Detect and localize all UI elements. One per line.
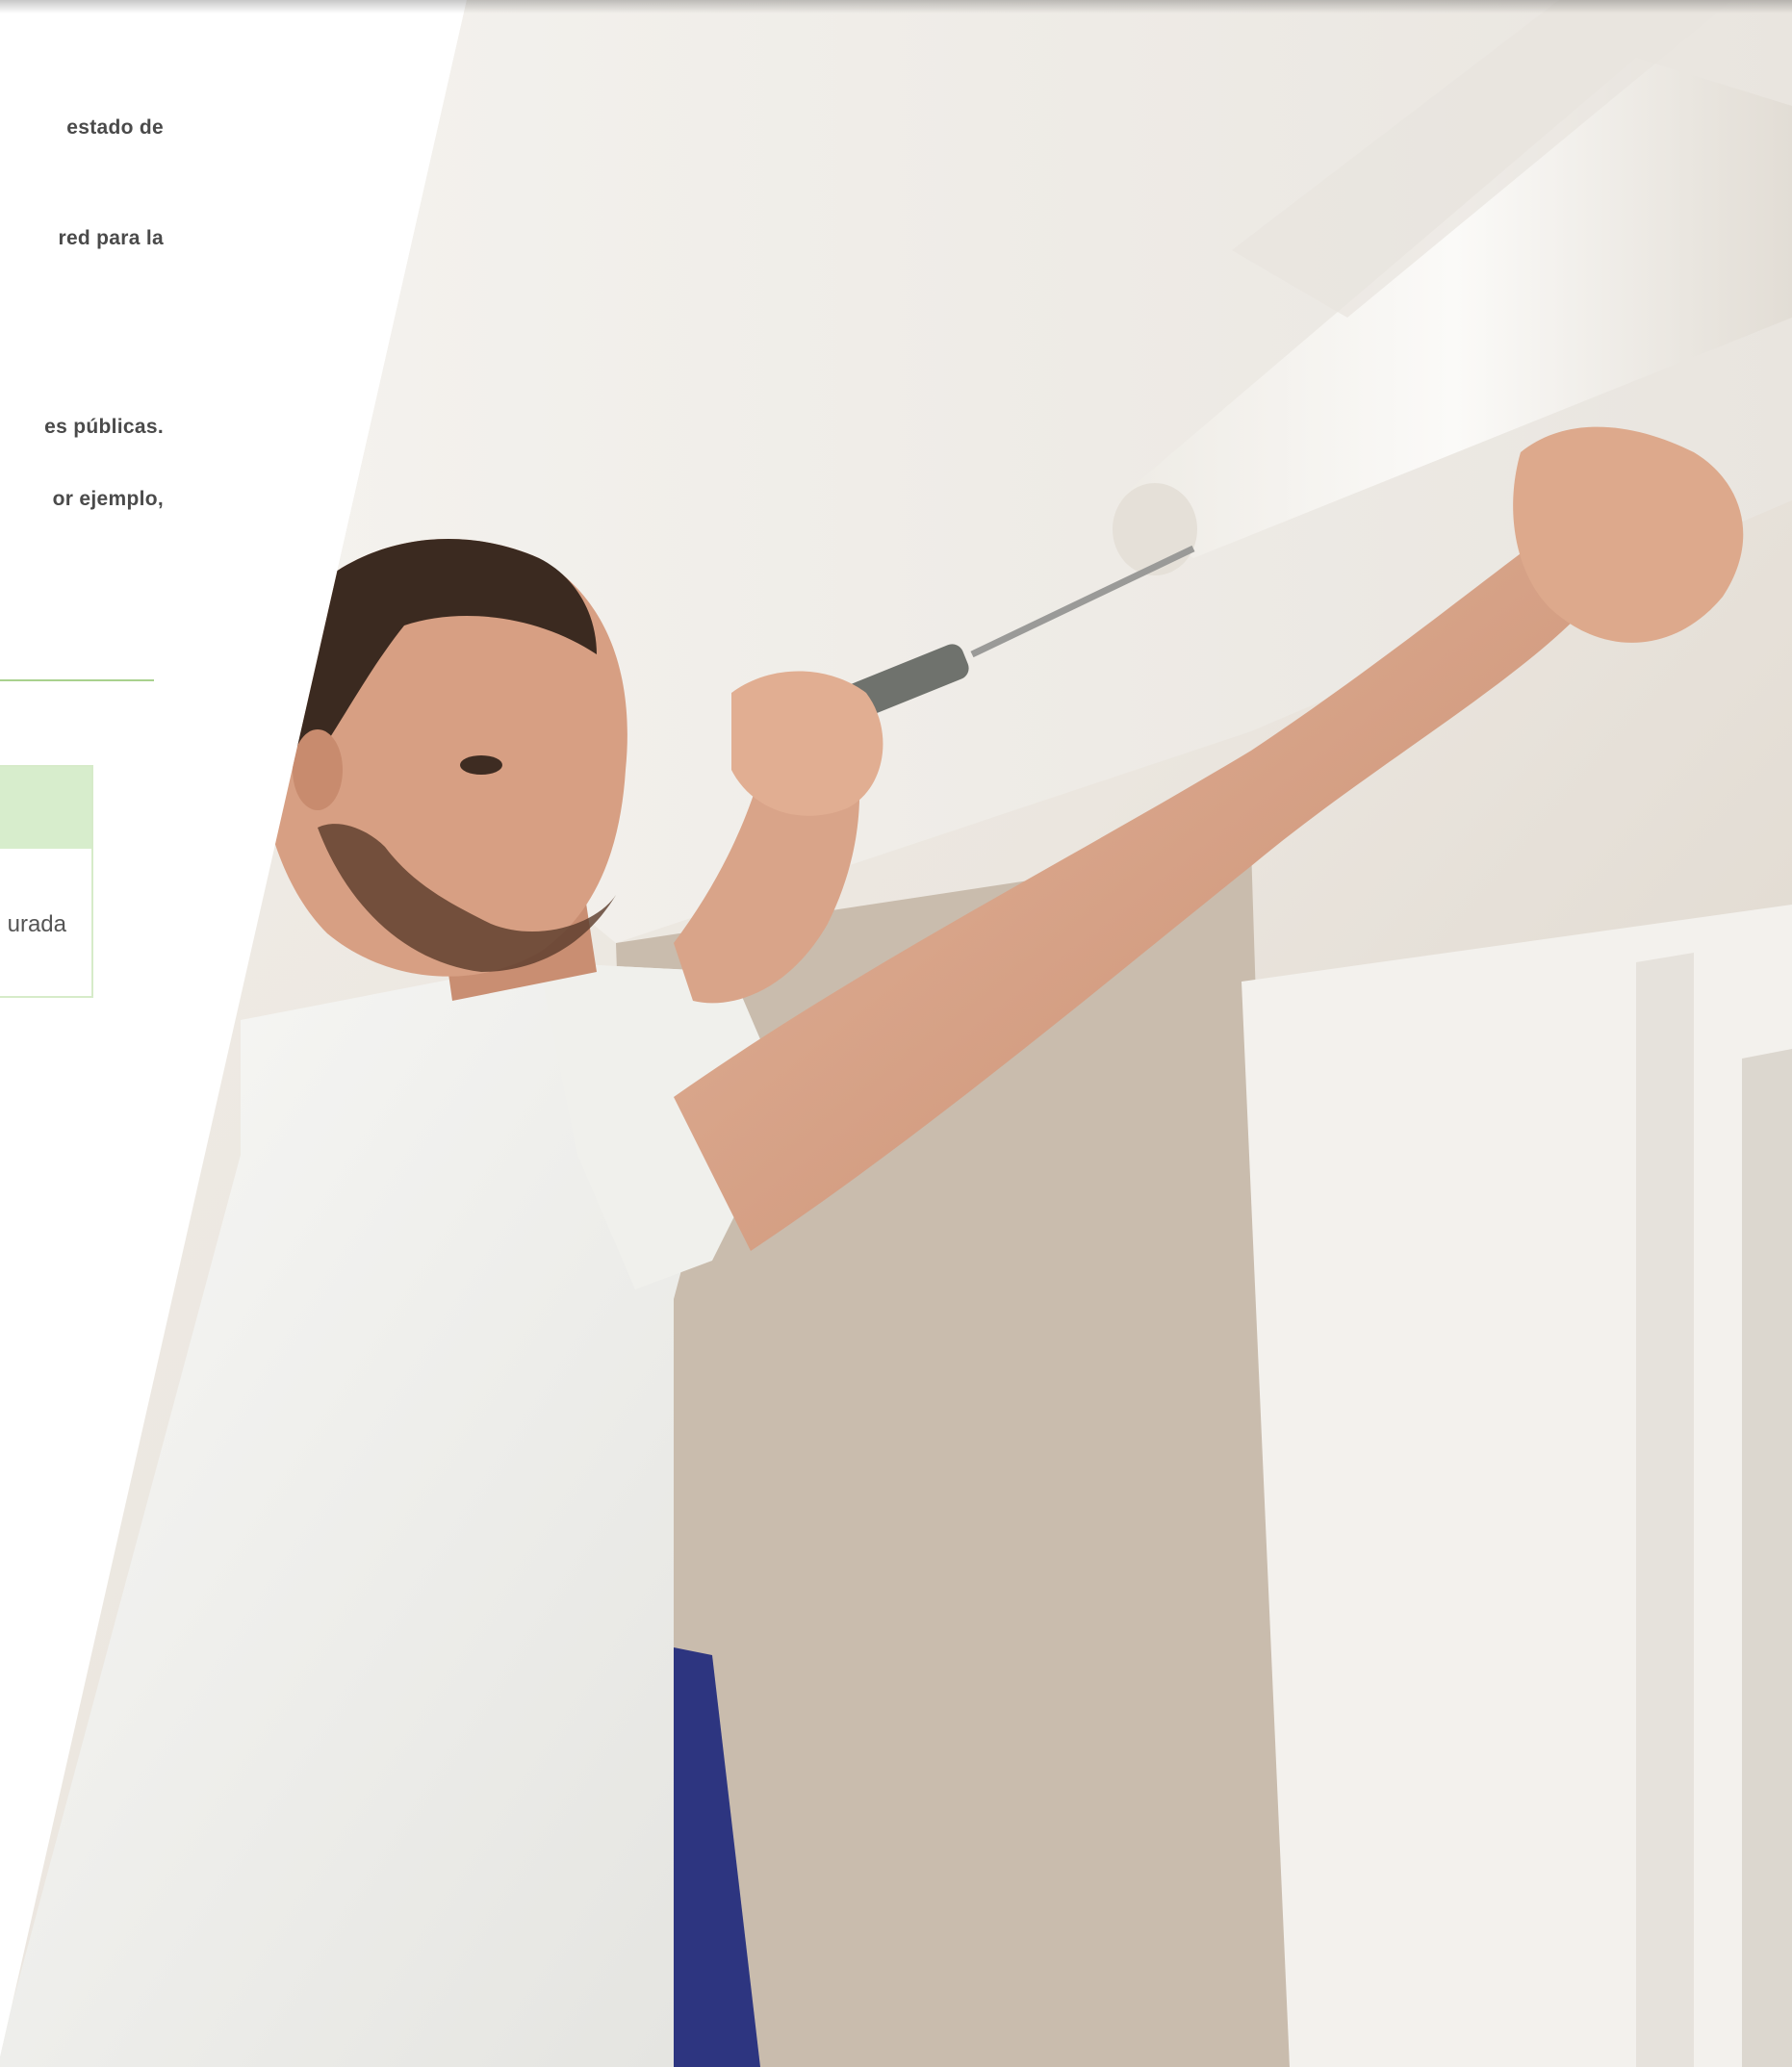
paragraph-line-4: or ejemplo, — [52, 488, 164, 510]
table-cell: urada — [7, 911, 66, 937]
paragraph-line-3: es públicas. — [44, 416, 164, 438]
section-divider — [0, 679, 154, 681]
info-table: urada — [0, 765, 93, 998]
paragraph-line-2: red para la — [58, 227, 164, 249]
text-column: estado de red para la es públicas. or ej… — [0, 0, 164, 2067]
top-shadow — [0, 0, 1792, 13]
paragraph-line-1: estado de — [66, 116, 164, 139]
table-header — [0, 767, 91, 849]
worker-photo — [0, 0, 1792, 2067]
page: estado de red para la es públicas. or ej… — [0, 0, 1792, 2067]
